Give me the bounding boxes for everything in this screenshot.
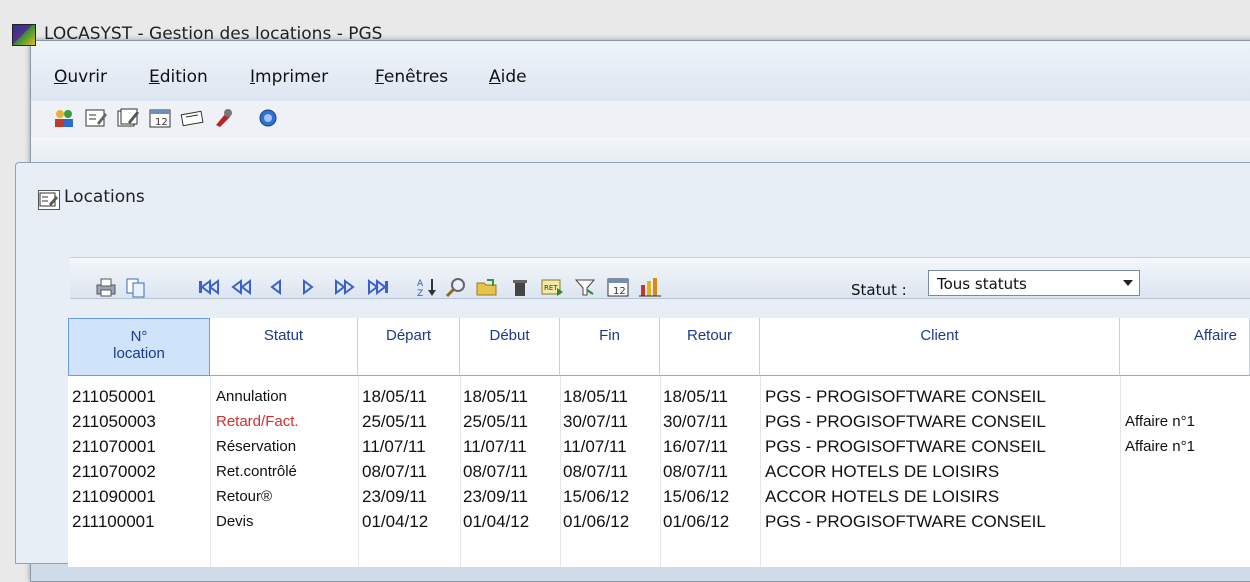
window-title: LOCASYST - Gestion des locations - PGS	[44, 24, 383, 44]
column-header-debut[interactable]: Début	[460, 318, 560, 376]
table-cell-depart: 23/09/11	[362, 487, 427, 506]
users-icon[interactable]	[52, 107, 76, 129]
next-page-icon[interactable]	[332, 276, 356, 298]
open-folder-icon[interactable]	[475, 276, 499, 298]
table-cell-client: PGS - PROGISOFTWARE CONSEIL	[765, 512, 1046, 531]
column-header-numero[interactable]: N° location	[68, 318, 210, 376]
edit-form-icon[interactable]	[84, 107, 108, 129]
table-cell-client: PGS - PROGISOFTWARE CONSEIL	[765, 412, 1046, 431]
app-logo-icon	[12, 24, 36, 46]
edit-form-icon	[38, 190, 60, 210]
ticket-icon[interactable]	[180, 107, 204, 129]
help-icon[interactable]	[256, 107, 280, 129]
ret-icon[interactable]: RET	[540, 276, 564, 298]
table-cell-client: PGS - PROGISOFTWARE CONSEIL	[765, 437, 1046, 456]
statut-select-value: Tous statuts	[937, 275, 1027, 293]
svg-text:A: A	[417, 279, 424, 289]
table-cell-num: 211070001	[72, 437, 156, 456]
table-cell-retour: 30/07/11	[663, 412, 728, 431]
statut-label: Statut :	[851, 281, 907, 299]
prev-icon[interactable]	[264, 276, 288, 298]
filter-icon[interactable]	[573, 276, 597, 298]
menu-fenetres[interactable]: Fenêtres	[375, 67, 448, 87]
column-header-client[interactable]: Client	[760, 318, 1120, 376]
table-cell-statut: Retour®	[216, 488, 273, 505]
delete-icon[interactable]	[508, 276, 532, 298]
locations-title: Locations	[64, 187, 145, 207]
table-cell-statut: Réservation	[216, 438, 297, 455]
menu-edition[interactable]: Edition	[149, 67, 208, 87]
table-cell-debut: 18/05/11	[463, 387, 528, 406]
chevron-down-icon	[1123, 280, 1133, 286]
table-cell-fin: 01/06/12	[563, 512, 630, 531]
table-cell-retour: 16/07/11	[663, 437, 728, 456]
table-cell-statut: Annulation	[216, 388, 287, 405]
menu-imprimer[interactable]: Imprimer	[250, 67, 328, 87]
table-cell-retour: 18/05/11	[663, 387, 728, 406]
table-cell-debut: 11/07/11	[463, 437, 527, 456]
table-cell-retour: 15/06/12	[663, 487, 730, 506]
table-cell-debut: 25/05/11	[463, 412, 528, 431]
svg-text:12: 12	[613, 286, 626, 297]
table-cell-debut: 23/09/11	[463, 487, 528, 506]
table-cell-fin: 18/05/11	[563, 387, 628, 406]
column-header-affaire[interactable]: Affaire	[1120, 318, 1250, 376]
tools-icon[interactable]	[212, 107, 236, 129]
column-header-statut[interactable]: Statut	[210, 318, 358, 376]
table-cell-affaire: Affaire n°1	[1125, 413, 1195, 430]
statut-select[interactable]: Tous statuts	[928, 270, 1140, 296]
table-cell-depart: 01/04/12	[362, 512, 429, 531]
search-icon[interactable]	[444, 276, 468, 298]
table-cell-num: 211050003	[72, 412, 156, 431]
table-cell-fin: 08/07/11	[563, 462, 628, 481]
table-cell-num: 211090001	[72, 487, 156, 506]
table-cell-debut: 01/04/12	[463, 512, 530, 531]
table-cell-debut: 08/07/11	[463, 462, 528, 481]
table-cell-statut: Retard/Fact.	[216, 413, 299, 430]
svg-text:Z: Z	[417, 289, 423, 298]
table-cell-depart: 25/05/11	[362, 412, 427, 431]
table-cell-affaire: Affaire n°1	[1125, 438, 1195, 455]
table-cell-retour: 01/06/12	[663, 512, 730, 531]
last-icon[interactable]	[366, 276, 390, 298]
table-cell-num: 211070002	[72, 462, 156, 481]
table-cell-depart: 08/07/11	[362, 462, 427, 481]
first-icon[interactable]	[197, 276, 221, 298]
table-cell-num: 211100001	[72, 512, 155, 531]
title-bar	[31, 41, 1250, 101]
calendar-icon[interactable]: 12	[148, 107, 172, 129]
svg-text:12: 12	[155, 117, 168, 128]
edit-list-icon[interactable]	[116, 107, 140, 129]
calendar-icon[interactable]: 12	[606, 276, 630, 298]
menu-ouvrir[interactable]: Ouvrir	[54, 67, 107, 87]
table-cell-fin: 15/06/12	[563, 487, 630, 506]
table-cell-client: ACCOR HOTELS DE LOISIRS	[765, 487, 1000, 506]
table-cell-fin: 30/07/11	[563, 412, 628, 431]
sort-icon[interactable]: AZ	[416, 276, 440, 298]
column-header-depart[interactable]: Départ	[358, 318, 460, 376]
column-header-retour[interactable]: Retour	[660, 318, 760, 376]
table-cell-fin: 11/07/11	[563, 437, 627, 456]
table-cell-num: 211050001	[72, 387, 156, 406]
menu-aide[interactable]: Aide	[489, 67, 527, 87]
prev-page-icon[interactable]	[230, 276, 254, 298]
table-cell-statut: Devis	[216, 513, 254, 530]
table-cell-client: ACCOR HOTELS DE LOISIRS	[765, 462, 1000, 481]
copy-icon[interactable]	[124, 276, 148, 298]
table-cell-statut: Ret.contrôlé	[216, 463, 297, 480]
next-icon[interactable]	[296, 276, 320, 298]
print-icon[interactable]	[94, 276, 118, 298]
column-header-fin[interactable]: Fin	[560, 318, 660, 376]
chart-icon[interactable]	[638, 276, 662, 298]
table-cell-retour: 08/07/11	[663, 462, 728, 481]
table-cell-client: PGS - PROGISOFTWARE CONSEIL	[765, 387, 1046, 406]
table-cell-depart: 18/05/11	[362, 387, 427, 406]
svg-text:RET: RET	[544, 284, 558, 292]
table-cell-depart: 11/07/11	[362, 437, 426, 456]
